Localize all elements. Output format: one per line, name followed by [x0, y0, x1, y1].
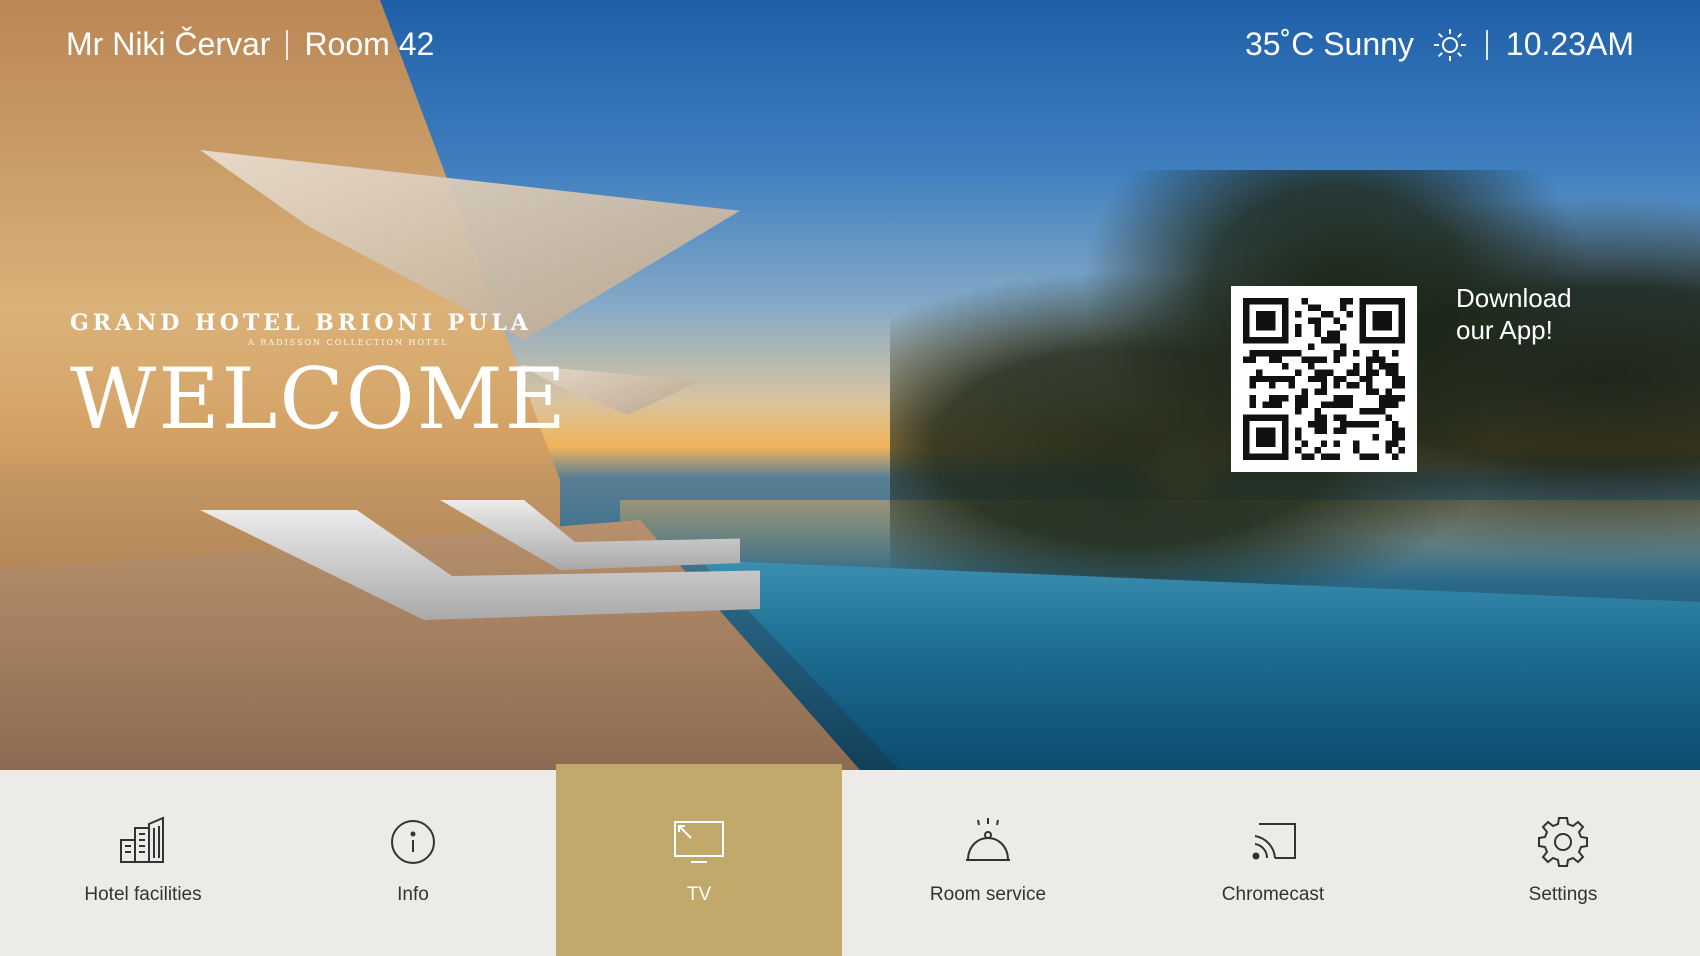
nav-label: TV — [686, 884, 712, 905]
status-bar: Mr Niki Červar Room 42 35˚C Sunny 10.23A… — [0, 26, 1700, 70]
sun-icon — [1432, 27, 1468, 63]
nav-label: Settings — [1528, 884, 1598, 905]
promo-line-1: Download — [1456, 283, 1572, 313]
divider — [286, 29, 289, 60]
nav-hotel-facilities[interactable]: Hotel facilities — [0, 770, 286, 956]
nav-tv[interactable]: TV — [556, 764, 842, 956]
divider — [1485, 29, 1488, 60]
clock: 10.23AM — [1505, 26, 1634, 62]
tv-icon — [674, 821, 724, 863]
info-icon — [391, 820, 435, 864]
hotel-name: GRAND HOTEL BRIONI PULA — [70, 310, 532, 336]
nav-label: Info — [397, 884, 429, 905]
guest-name: Mr Niki Červar — [66, 26, 271, 62]
weather-time: 35˚C Sunny 10.23AM — [1245, 26, 1634, 63]
welcome-title: WELCOME — [70, 350, 568, 448]
hotel-logo: GRAND HOTEL BRIONI PULA A RADISSON COLLE… — [70, 310, 532, 347]
nav-info[interactable]: Info — [270, 770, 556, 956]
room-number: Room 42 — [304, 26, 435, 62]
weather-text: 35˚C Sunny — [1244, 26, 1414, 62]
qr-code-icon[interactable] — [1231, 286, 1417, 472]
guest-info: Mr Niki Červar Room 42 — [66, 26, 434, 63]
hotel-subtitle: A RADISSON COLLECTION HOTEL — [248, 338, 449, 347]
nav-label: Hotel facilities — [84, 884, 202, 905]
promo-line-2: our App! — [1456, 315, 1553, 345]
nav-room-service[interactable]: Room service — [845, 770, 1131, 956]
building-icon — [120, 816, 164, 863]
nav-label: Chromecast — [1221, 884, 1325, 905]
bottom-nav: Hotel facilities Info TV Room service Ch… — [0, 764, 1700, 956]
nav-chromecast[interactable]: Chromecast — [1130, 770, 1416, 956]
cloche-icon — [966, 818, 1010, 861]
download-app-text[interactable]: Download our App! — [1456, 282, 1572, 346]
nav-settings[interactable]: Settings — [1420, 770, 1700, 956]
gear-icon — [1538, 817, 1588, 867]
cast-icon — [1252, 823, 1296, 860]
nav-label: Room service — [929, 884, 1047, 905]
